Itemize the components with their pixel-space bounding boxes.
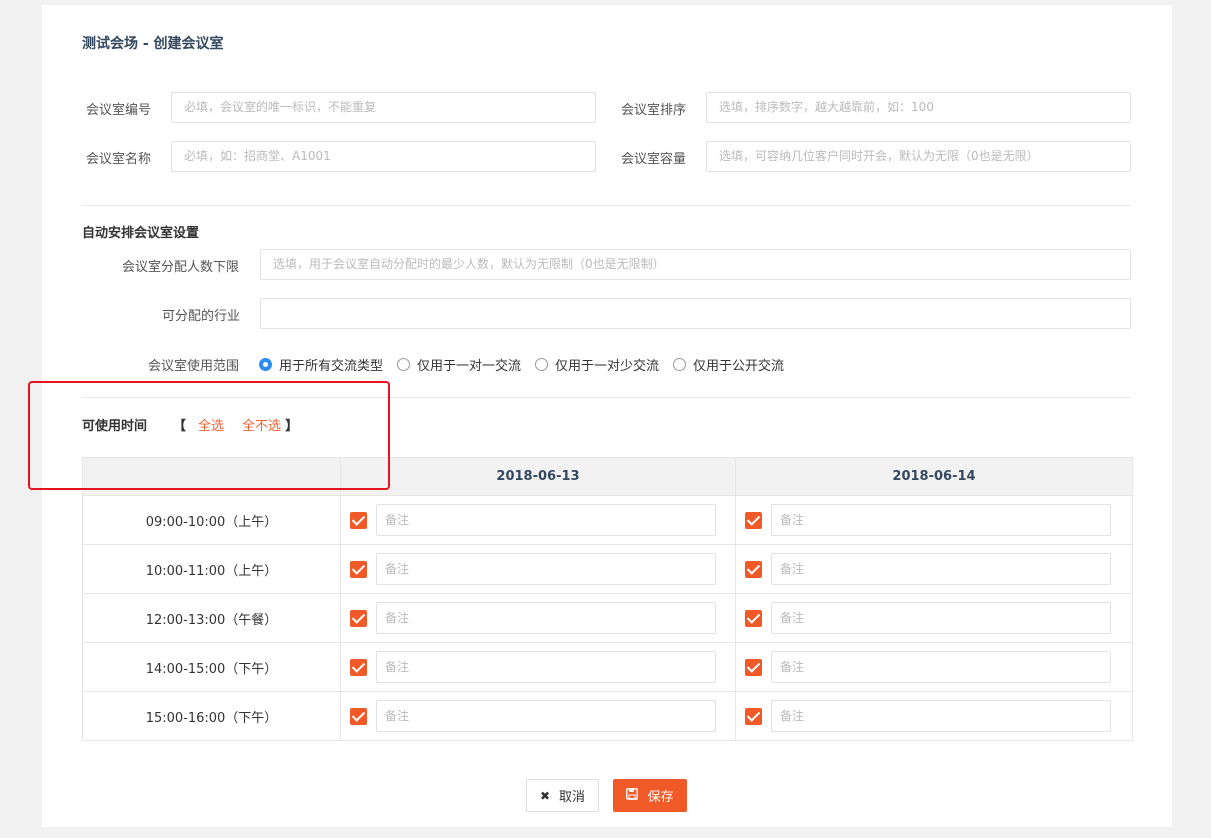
schedule-cell: 备注: [735, 691, 1133, 741]
radio-selected-icon[interactable]: [259, 358, 272, 371]
radio-icon[interactable]: [535, 358, 549, 371]
note-input[interactable]: 备注: [771, 700, 1111, 732]
auto-section-title: 自动安排会议室设置: [82, 226, 200, 241]
schedule-cell: 备注: [340, 593, 736, 643]
scope-radio-group: 用于所有交流类型 仅用于一对一交流 仅用于一对少交流 仅用于公开交流: [259, 355, 798, 374]
note-input[interactable]: 备注: [376, 504, 716, 536]
schedule-cell: 备注: [340, 495, 736, 545]
room-name-input[interactable]: 必填，如：招商堂、A1001: [171, 141, 596, 172]
room-number-label: 会议室编号: [86, 103, 152, 118]
table-row: 10:00-11:00（上午） 备注 备注: [82, 544, 1133, 594]
scope-option-one-to-few[interactable]: 仅用于一对少交流: [535, 355, 659, 374]
time-slot-label: 09:00-10:00（上午）: [82, 495, 341, 545]
schedule-cell-content: 备注: [737, 602, 1131, 634]
industry-input[interactable]: [260, 298, 1131, 329]
schedule-cell: 备注: [735, 544, 1133, 594]
scope-option-label: 仅用于一对少交流: [555, 359, 660, 374]
room-capacity-label: 会议室容量: [621, 152, 687, 167]
checkbox-checked-icon[interactable]: [350, 609, 367, 627]
checkbox-checked-icon[interactable]: [745, 707, 762, 725]
table-row: 14:00-15:00（下午） 备注 备注: [82, 642, 1133, 692]
table-header-date: 2018-06-14: [735, 457, 1133, 496]
room-name-label: 会议室名称: [86, 152, 152, 167]
room-order-input[interactable]: 选填，排序数字，越大越靠前，如：100: [706, 92, 1131, 123]
checkbox-checked-icon[interactable]: [350, 511, 367, 529]
checkbox-checked-icon[interactable]: [745, 658, 762, 676]
note-input[interactable]: 备注: [376, 700, 716, 732]
schedule-cell: 备注: [735, 495, 1133, 545]
cancel-button[interactable]: ✖ 取消: [526, 779, 599, 812]
save-icon: [626, 788, 639, 803]
min-people-label: 会议室分配人数下限: [122, 260, 240, 275]
checkbox-checked-icon[interactable]: [745, 560, 762, 578]
schedule-cell-content: 备注: [737, 651, 1131, 683]
min-people-input[interactable]: 选填，用于会议室自动分配时的最少人数，默认为无限制（0也是无限制）: [260, 249, 1131, 280]
time-slot-label: 15:00-16:00（下午）: [82, 691, 341, 741]
schedule-cell: 备注: [340, 691, 736, 741]
schedule-cell: 备注: [340, 642, 736, 692]
form-card: 测试会场 - 创建会议室 会议室编号 必填，会议室的唯一标识，不能重复 会议室排…: [28, 5, 1172, 827]
checkbox-checked-icon[interactable]: [745, 511, 762, 529]
radio-icon[interactable]: [673, 358, 687, 371]
schedule-cell-content: 备注: [342, 602, 734, 634]
checkbox-checked-icon[interactable]: [350, 707, 367, 725]
schedule-cell-content: 备注: [342, 651, 734, 683]
note-input[interactable]: 备注: [376, 553, 716, 585]
schedule-cell-content: 备注: [342, 504, 734, 536]
table-row: 15:00-16:00（下午） 备注 备注: [82, 691, 1133, 741]
cancel-button-label: 取消: [559, 790, 586, 805]
table-header-date: 2018-06-13: [340, 457, 736, 496]
save-button-label: 保存: [647, 790, 674, 805]
note-input[interactable]: 备注: [376, 651, 716, 683]
radio-icon[interactable]: [397, 358, 411, 371]
scope-option-label: 仅用于公开交流: [693, 359, 785, 374]
close-icon: ✖: [539, 788, 551, 803]
schedule-cell: 备注: [735, 642, 1133, 692]
schedule-cell-content: 备注: [342, 553, 734, 585]
note-input[interactable]: 备注: [771, 651, 1111, 683]
scope-option-all[interactable]: 用于所有交流类型: [259, 355, 383, 374]
schedule-cell: 备注: [340, 544, 736, 594]
time-slot-label: 12:00-13:00（午餐）: [82, 593, 341, 643]
room-capacity-input[interactable]: 选填，可容纳几位客户同时开会，默认为无限（0也是无限）: [706, 141, 1131, 172]
schedule-cell-content: 备注: [737, 553, 1131, 585]
schedule-cell-content: 备注: [737, 700, 1131, 732]
checkbox-checked-icon[interactable]: [350, 658, 367, 676]
scope-label: 会议室使用范围: [148, 359, 240, 374]
note-input[interactable]: 备注: [771, 602, 1111, 634]
note-input[interactable]: 备注: [771, 553, 1111, 585]
note-input[interactable]: 备注: [376, 602, 716, 634]
scope-option-label: 用于所有交流类型: [279, 359, 384, 374]
scope-option-label: 仅用于一对一交流: [417, 359, 522, 374]
table-row: 09:00-10:00（上午） 备注 备注: [82, 495, 1133, 545]
highlight-annotation-box: [28, 381, 390, 490]
industry-label: 可分配的行业: [162, 309, 241, 324]
table-row: 12:00-13:00（午餐） 备注 备注: [82, 593, 1133, 643]
scope-option-one-to-one[interactable]: 仅用于一对一交流: [397, 355, 521, 374]
time-slot-label: 14:00-15:00（下午）: [82, 642, 341, 692]
schedule-cell: 备注: [735, 593, 1133, 643]
scope-option-public[interactable]: 仅用于公开交流: [673, 355, 784, 374]
room-order-label: 会议室排序: [621, 103, 687, 118]
checkbox-checked-icon[interactable]: [745, 609, 762, 627]
schedule-cell-content: 备注: [342, 700, 734, 732]
room-number-input[interactable]: 必填，会议室的唯一标识，不能重复: [171, 92, 596, 123]
note-input[interactable]: 备注: [771, 504, 1111, 536]
schedule-table: 2018-06-13 2018-06-14 09:00-10:00（上午） 备注备…: [82, 457, 1133, 741]
divider: [82, 205, 1131, 206]
save-button[interactable]: 保存: [613, 779, 687, 812]
schedule-cell-content: 备注: [737, 504, 1131, 536]
time-slot-label: 10:00-11:00（上午）: [82, 544, 341, 594]
page-title: 测试会场 - 创建会议室: [82, 36, 224, 52]
checkbox-checked-icon[interactable]: [350, 560, 367, 578]
